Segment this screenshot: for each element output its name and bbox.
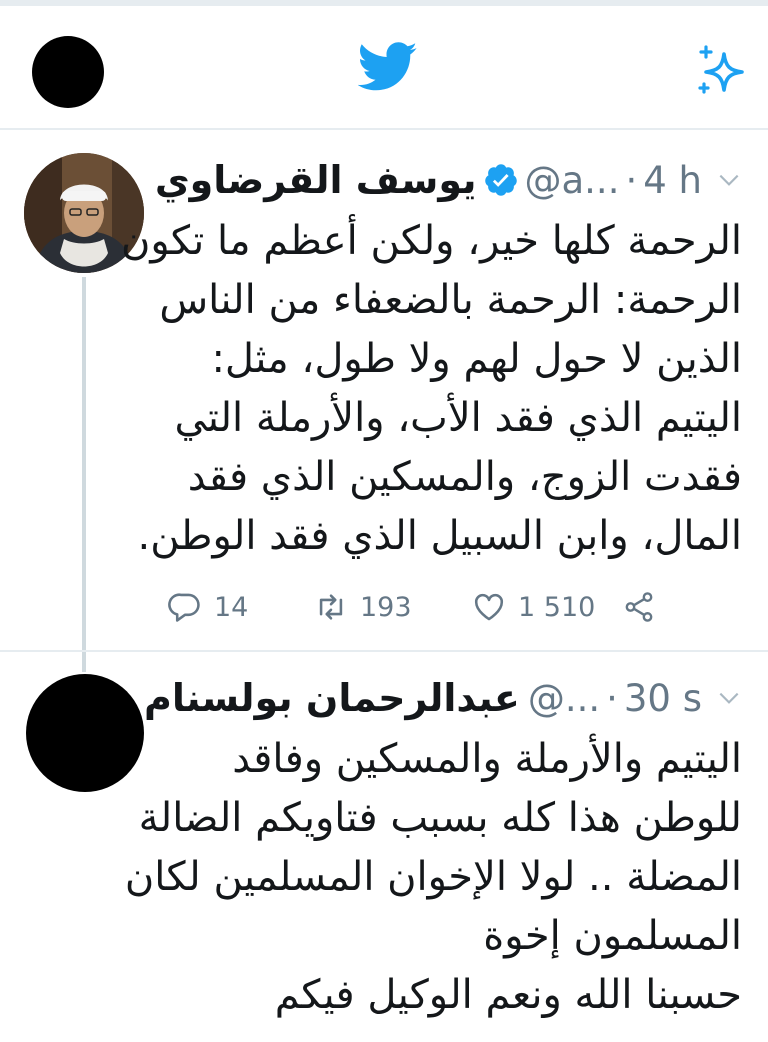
author-name[interactable]: عبدالرحمان بولسنام	[144, 676, 520, 720]
tweet-timestamp[interactable]: 4 h	[643, 159, 702, 202]
tweet-text-line: للوطن هذا كله بسبب فتاويكم الضالة	[138, 795, 742, 841]
reply-count: 14	[214, 591, 249, 623]
tweet-actions: 14 193 1 510	[160, 584, 680, 630]
retweet-button[interactable]: 193	[314, 584, 412, 630]
tweet-text-line: فقدت الزوج، والمسكين الذي فقد	[187, 454, 742, 500]
like-count: 1 510	[518, 591, 596, 623]
tweet-timestamp[interactable]: 30 s	[624, 677, 702, 720]
author-handle[interactable]: @a...	[525, 159, 620, 202]
author-name[interactable]: يوسف القرضاوي	[155, 158, 477, 202]
tweet-text-line: اليتيم الذي فقد الأب، والأرملة التي	[174, 395, 742, 441]
tweet-text-line: الرحمة: الرحمة بالضعفاء من الناس	[159, 277, 742, 323]
profile-avatar-button[interactable]	[32, 36, 104, 108]
tweet-divider	[0, 650, 768, 652]
tweet-text: اليتيم والأرملة والمسكين وفاقد للوطن هذا…	[125, 730, 742, 1025]
sparkle-icon[interactable]	[694, 42, 750, 98]
like-button[interactable]: 1 510	[472, 584, 595, 630]
share-button[interactable]	[622, 584, 668, 630]
tweet-text-line: المسلمون إخوة	[483, 913, 742, 959]
heart-icon	[474, 593, 504, 621]
verified-badge-icon	[484, 164, 517, 196]
twitter-bird-icon[interactable]	[358, 42, 418, 92]
tweet-text-line: اليتيم والأرملة والمسكين وفاقد	[232, 736, 742, 782]
app-header	[0, 6, 768, 130]
thread-connector	[82, 277, 86, 672]
tweet-text-line: الرحمة كلها خير، ولكن أعظم ما تكون	[121, 218, 742, 264]
reply-button[interactable]: 14	[168, 584, 248, 630]
tweet-text-line: المضلة .. لولا الإخوان المسلمين لكان	[124, 854, 742, 900]
separator-dot: ·	[625, 158, 638, 202]
share-icon	[625, 592, 653, 622]
retweet-count: 193	[360, 591, 412, 623]
chevron-down-icon[interactable]	[716, 685, 742, 711]
author-handle[interactable]: @...	[528, 677, 600, 720]
separator-dot: ·	[606, 676, 618, 720]
retweet-icon	[319, 594, 343, 620]
tweet-header: عبدالرحمان بولسنام @... · 30 s	[144, 670, 742, 726]
chevron-down-icon[interactable]	[716, 167, 742, 193]
tweet-text-line: حسبنا الله ونعم الوكيل فيكم	[274, 972, 742, 1018]
tweet-text-line: المال، وابن السبيل الذي فقد الوطن.	[137, 513, 742, 559]
tweet-text-line: الذين لا حول لهم ولا طول، مثل:	[211, 336, 742, 382]
tweet-text: الرحمة كلها خير، ولكن أعظم ما تكون الرحم…	[121, 212, 742, 566]
reply-icon	[168, 593, 200, 622]
tweet-header: يوسف القرضاوي @a... · 4 h	[155, 152, 742, 208]
